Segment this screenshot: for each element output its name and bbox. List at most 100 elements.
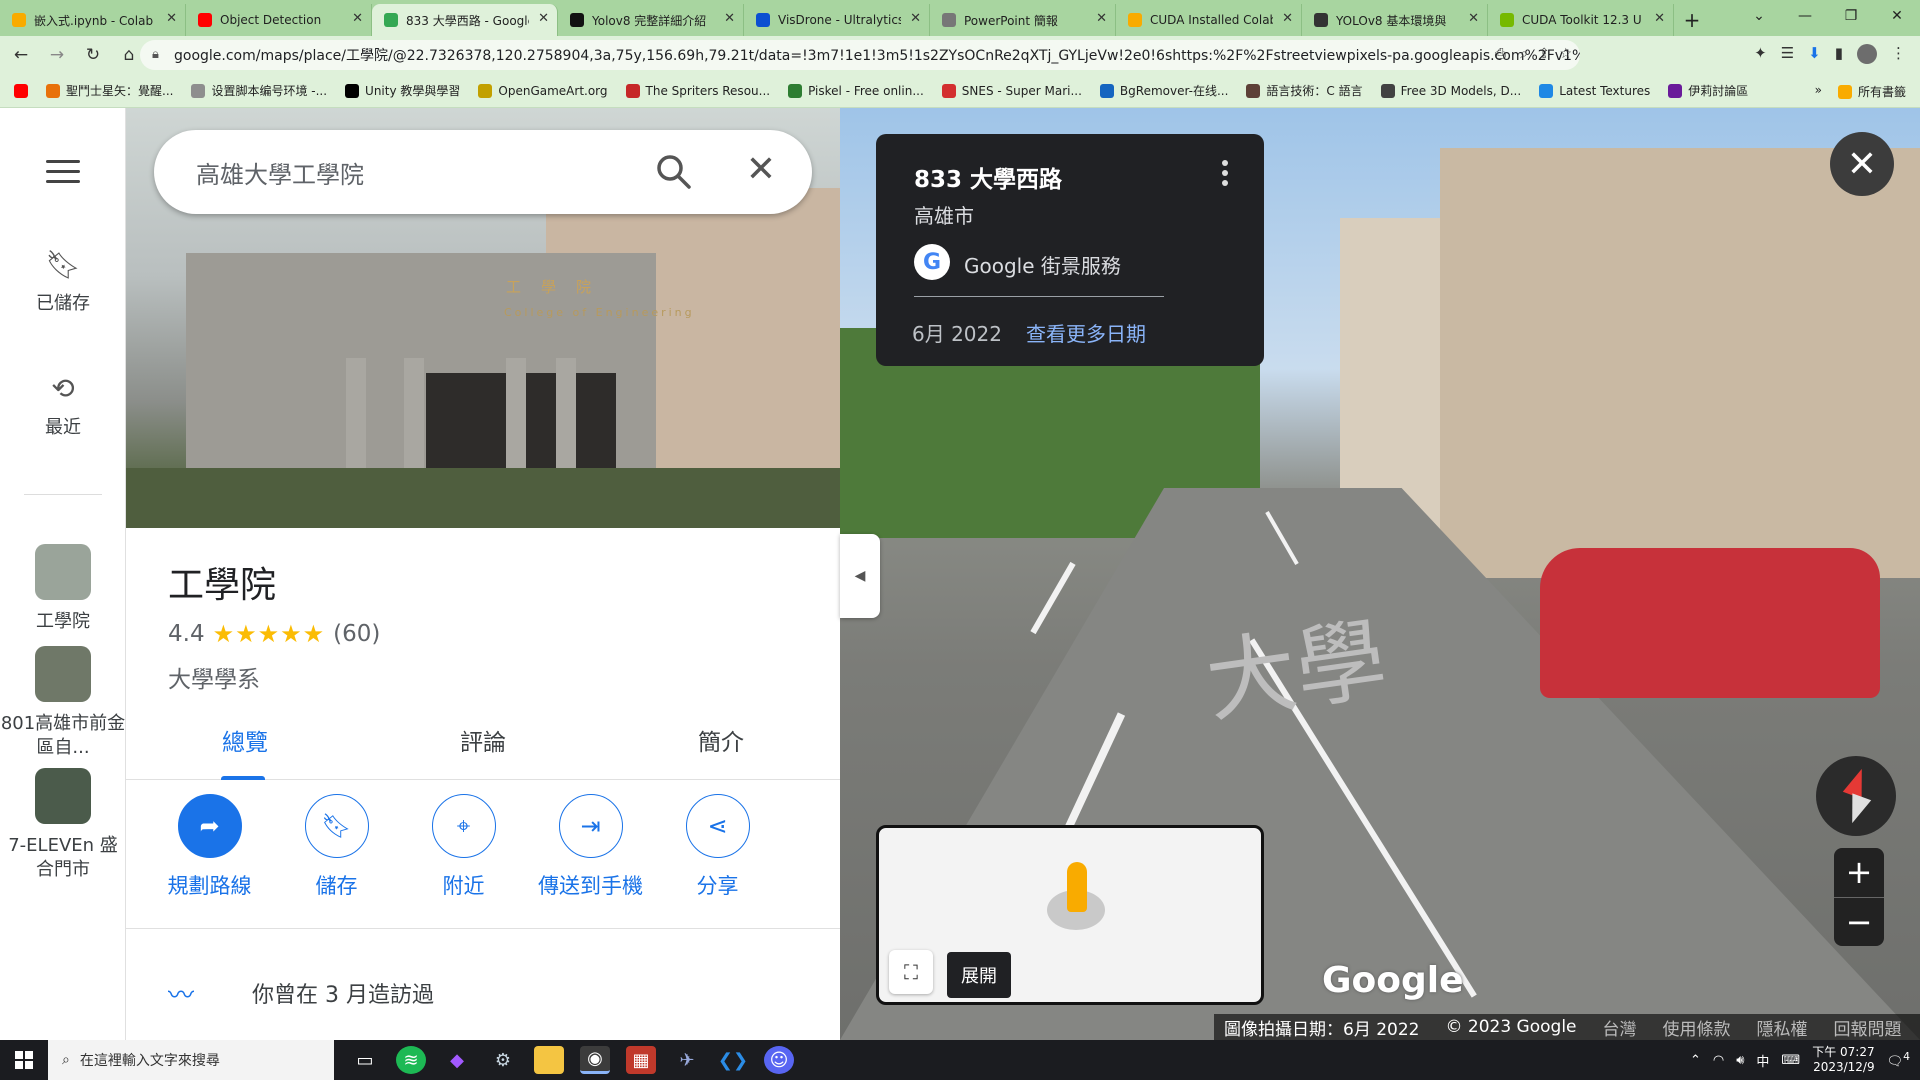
download-icon[interactable]: ⬇ xyxy=(1808,44,1821,64)
action-button[interactable]: 🔖︎ 儲存 xyxy=(273,794,400,914)
share-page-icon[interactable]: ⇪ xyxy=(1538,46,1550,62)
new-tab-button[interactable]: + xyxy=(1674,4,1710,36)
see-more-dates-link[interactable]: 查看更多日期 xyxy=(1026,318,1146,347)
browser-tab[interactable]: 嵌入式.ipynb - Colab ✕ xyxy=(0,4,186,36)
vscode-icon[interactable]: ❮❯ xyxy=(718,1046,748,1074)
bookmark-item[interactable]: Unity 教學與學習 xyxy=(345,82,460,99)
saved-button[interactable]: 🔖︎ 已儲存 xyxy=(0,248,126,315)
place-tab[interactable]: 簡介 xyxy=(602,708,840,779)
compass-icon[interactable] xyxy=(1816,756,1896,836)
close-window-button[interactable]: ✕ xyxy=(1874,0,1920,32)
browser-tab[interactable]: 833 大學西路 - Google ✕ xyxy=(372,4,558,36)
zoom-out-button[interactable]: − xyxy=(1834,898,1884,947)
media-app-icon[interactable]: ✈ xyxy=(672,1046,702,1074)
menu-hamburger-icon[interactable] xyxy=(46,160,80,183)
reload-button[interactable]: ↻ xyxy=(78,40,108,70)
review-count[interactable]: (60) xyxy=(333,621,380,647)
close-tab-icon[interactable]: ✕ xyxy=(1096,11,1107,26)
spotify-icon[interactable]: ≋ xyxy=(396,1046,426,1074)
tab-search-icon[interactable]: ⌄ xyxy=(1736,0,1782,32)
privacy-link[interactable]: 隱私權 xyxy=(1757,1015,1808,1040)
search-box[interactable]: 高雄大學工學院 ✕ xyxy=(154,130,812,214)
close-tab-icon[interactable]: ✕ xyxy=(1282,11,1293,26)
clear-search-icon[interactable]: ✕ xyxy=(746,148,776,192)
bookmark-item[interactable]: 聖鬥士星矢：覺醒... xyxy=(46,82,173,99)
collapse-panel-button[interactable]: ◀ xyxy=(840,534,880,618)
action-button[interactable]: ⇥ 傳送到手機 xyxy=(527,794,654,914)
place-tab[interactable]: 總覽 xyxy=(126,708,364,780)
ime-indicator[interactable]: 中 xyxy=(1756,1051,1769,1070)
bookmark-item[interactable]: OpenGameArt.org xyxy=(478,82,608,99)
steam-icon[interactable]: ⚙ xyxy=(488,1046,518,1074)
close-tab-icon[interactable]: ✕ xyxy=(1654,11,1665,26)
action-button[interactable]: ⌖ 附近 xyxy=(400,794,527,914)
terms-link[interactable]: 使用條款 xyxy=(1663,1015,1731,1040)
bookmark-item[interactable]: 设置脚本编号环境 -... xyxy=(191,82,327,99)
reading-list-icon[interactable]: ☰ xyxy=(1781,44,1794,64)
zoom-icon[interactable]: ⌕ xyxy=(1520,46,1528,62)
browser-tab[interactable]: Object Detection ✕ xyxy=(186,4,372,36)
action-button[interactable]: ⋖ 分享 xyxy=(654,794,781,914)
bookmark-item[interactable]: The Spriters Resou... xyxy=(625,82,770,99)
close-tab-icon[interactable]: ✕ xyxy=(538,11,549,26)
chrome-icon[interactable]: ◉ xyxy=(580,1046,610,1074)
task-view-icon[interactable]: ▭ xyxy=(350,1046,380,1074)
action-button[interactable]: ➦ 規劃路線 xyxy=(146,794,273,914)
browser-tab[interactable]: CUDA Toolkit 12.3 U ✕ xyxy=(1488,4,1674,36)
extensions-puzzle-icon[interactable]: ✦ xyxy=(1754,44,1767,64)
visited-row[interactable]: 〰 你曾在 3 月造訪過 xyxy=(126,928,840,1040)
discord-icon[interactable]: ☺ xyxy=(764,1046,794,1074)
visual-studio-icon[interactable]: ◆ xyxy=(442,1046,472,1074)
more-options-icon[interactable] xyxy=(1222,160,1228,188)
recent-place-item[interactable]: 工學院 xyxy=(0,544,126,634)
bookmark-item[interactable]: Piskel - Free onlin... xyxy=(788,82,924,99)
browser-tab[interactable]: PowerPoint 簡報 ✕ xyxy=(930,4,1116,36)
minimize-button[interactable]: — xyxy=(1782,0,1828,32)
recent-place-item[interactable]: 801高雄市前金區自... xyxy=(0,646,126,760)
close-tab-icon[interactable]: ✕ xyxy=(910,11,921,26)
zoom-in-button[interactable]: + xyxy=(1834,848,1884,897)
volume-icon[interactable]: 🔊︎ xyxy=(1736,1053,1744,1068)
tray-overflow-icon[interactable]: ⌃ xyxy=(1690,1053,1701,1068)
clock[interactable]: 下午 07:27 2023/12/9 xyxy=(1812,1045,1874,1075)
bookmark-item[interactable]: Free 3D Models, D... xyxy=(1380,82,1521,99)
close-tab-icon[interactable]: ✕ xyxy=(1468,11,1479,26)
wifi-icon[interactable]: ◠ xyxy=(1713,1053,1724,1068)
app-icon[interactable]: ▦ xyxy=(626,1046,656,1074)
recent-place-item[interactable]: 7-ELEVEn 盛合門市 xyxy=(0,768,126,882)
install-app-icon[interactable]: ⎙ xyxy=(1495,46,1506,62)
pegman-icon[interactable] xyxy=(1067,862,1087,912)
bookmark-star-icon[interactable]: ☆ xyxy=(1559,46,1572,62)
all-bookmarks-button[interactable]: 所有書籤 xyxy=(1837,83,1906,100)
more-bookmarks-button[interactable]: » xyxy=(1815,83,1822,100)
close-tab-icon[interactable]: ✕ xyxy=(352,11,363,26)
place-tab[interactable]: 評論 xyxy=(364,708,602,779)
region-link[interactable]: 台灣 xyxy=(1603,1015,1637,1040)
menu-kebab-icon[interactable]: ⋮ xyxy=(1891,44,1906,64)
keyboard-icon[interactable]: ⌨ xyxy=(1781,1053,1800,1068)
notification-icon[interactable]: 🗨︎4 xyxy=(1887,1050,1910,1069)
browser-tab[interactable]: Yolov8 完整詳細介紹 ✕ xyxy=(558,4,744,36)
bookmark-item[interactable]: 語言技術：C 語言 xyxy=(1246,82,1363,99)
close-street-view-button[interactable]: ✕ xyxy=(1830,132,1894,196)
place-type[interactable]: 大學學系 xyxy=(168,660,260,694)
forward-button[interactable]: → xyxy=(42,40,72,70)
file-explorer-icon[interactable] xyxy=(534,1046,564,1074)
restore-button[interactable]: ❐ xyxy=(1828,0,1874,32)
browser-tab[interactable]: YOLOv8 基本環境與 ✕ xyxy=(1302,4,1488,36)
taskbar-search-input[interactable]: 在這裡輸入文字來搜尋 xyxy=(80,1050,220,1070)
bookmark-item[interactable]: Latest Textures xyxy=(1539,82,1650,99)
bookmark-item[interactable]: 伊莉討論區 xyxy=(1668,82,1748,99)
close-tab-icon[interactable]: ✕ xyxy=(724,11,735,26)
expand-map-icon[interactable]: ⛶ xyxy=(889,950,933,994)
address-bar[interactable]: 🔒︎ google.com/maps/place/工學院/@22.7326378… xyxy=(140,40,1580,70)
bookmark-item[interactable]: SNES - Super Mari... xyxy=(941,82,1082,99)
close-tab-icon[interactable]: ✕ xyxy=(166,11,177,26)
report-link[interactable]: 回報問題 xyxy=(1834,1015,1902,1040)
start-button[interactable] xyxy=(0,1040,48,1080)
side-panel-icon[interactable]: ▮ xyxy=(1835,44,1843,64)
back-button[interactable]: ← xyxy=(6,40,36,70)
taskbar-search[interactable]: ⌕ 在這裡輸入文字來搜尋 xyxy=(48,1040,334,1080)
browser-tab[interactable]: VisDrone - Ultralytics ✕ xyxy=(744,4,930,36)
mini-map[interactable]: ⛶ 展開 xyxy=(876,825,1264,1005)
